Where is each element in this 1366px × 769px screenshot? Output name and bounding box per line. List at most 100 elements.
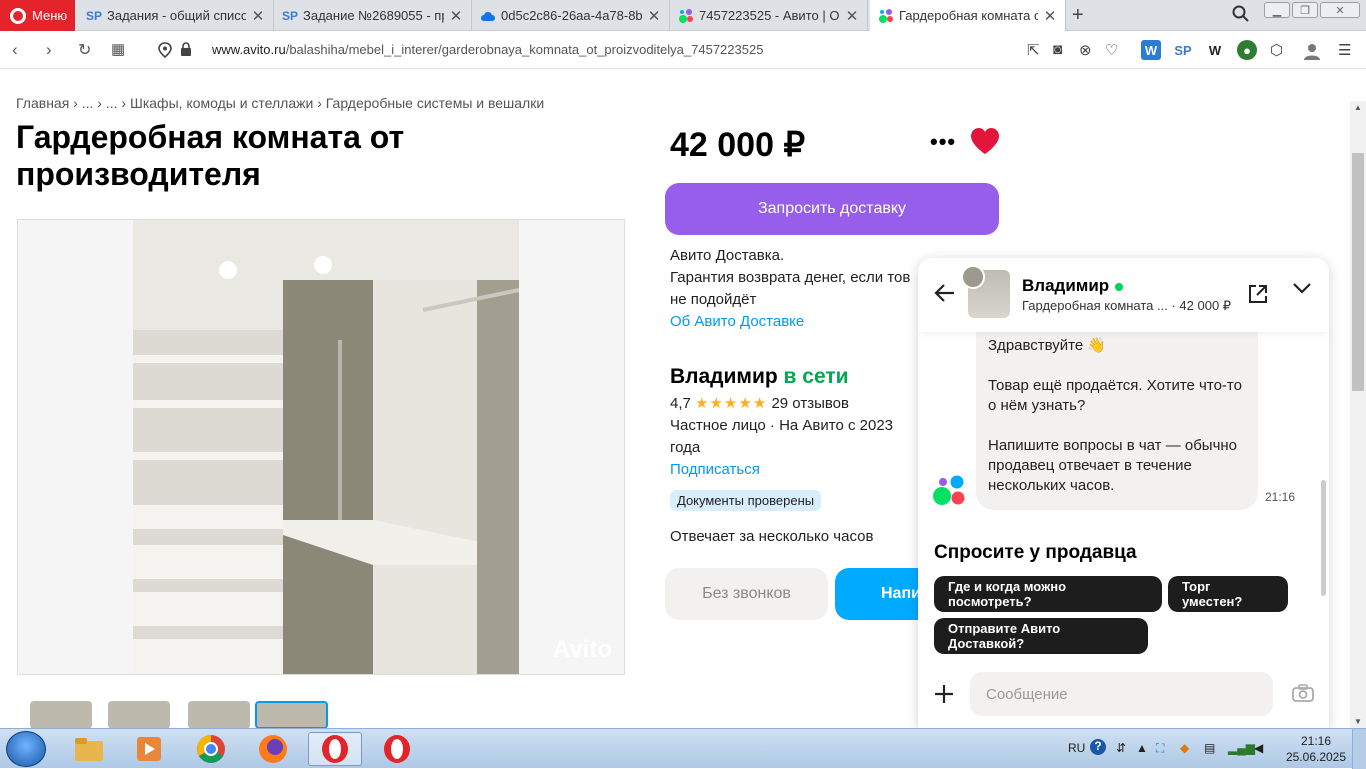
request-delivery-button[interactable]: Запросить доставку [665, 183, 999, 235]
firefox-app[interactable] [246, 732, 300, 766]
scroll-down-icon[interactable]: ▼ [1354, 717, 1362, 726]
product-photo [133, 220, 520, 674]
keyboard-settings-icon[interactable]: ⇵ [1116, 741, 1126, 755]
gallery-thumbnail[interactable] [108, 701, 170, 729]
tray-app-icon[interactable]: ◆ [1180, 741, 1189, 755]
screen-capture-icon[interactable]: ⛶ [1156, 741, 1164, 756]
speed-dial-icon[interactable]: ▦ [111, 40, 125, 58]
more-options-button[interactable]: ••• [930, 129, 956, 155]
chat-contact-name: Владимир [1022, 276, 1110, 295]
cube-icon[interactable]: ⬡ [1270, 41, 1283, 59]
favorite-heart-icon[interactable] [970, 127, 1000, 155]
heart-outline-icon[interactable]: ♡ [1105, 41, 1118, 59]
avito-favicon-icon [678, 8, 694, 24]
gallery-thumbnail[interactable] [30, 701, 92, 729]
close-icon[interactable]: ✕ [251, 7, 265, 25]
tab-3[interactable]: 0d5c2c86-26aa-4a78-8b99 ✕ [472, 0, 670, 31]
message-time: 21:16 [1265, 490, 1296, 504]
ask-seller-title: Спросите у продавца [934, 542, 1137, 563]
language-indicator[interactable]: RU [1068, 741, 1085, 755]
tab-4[interactable]: 7457223525 - Авито | Объ ✕ [670, 0, 868, 31]
start-button[interactable] [6, 731, 46, 767]
browser-menu-button[interactable]: Меню [0, 0, 75, 31]
open-external-icon[interactable] [1248, 284, 1268, 304]
forward-icon[interactable]: › [46, 40, 52, 60]
explorer-app[interactable] [62, 732, 116, 766]
chrome-app[interactable] [184, 732, 238, 766]
help-icon[interactable]: ? [1090, 739, 1106, 755]
url-text[interactable]: www.avito.ru/balashiha/mebel_i_interer/g… [212, 42, 763, 57]
signal-icon[interactable]: ▂▄▆ [1228, 741, 1255, 755]
close-icon[interactable]: ✕ [845, 7, 859, 25]
location-pin-icon[interactable] [158, 42, 172, 58]
back-icon[interactable]: ‹ [12, 40, 18, 60]
window-close-button[interactable]: ✕ [1320, 2, 1360, 18]
vk-extension-icon[interactable]: ● [1237, 40, 1257, 60]
network-adapter-icon[interactable]: ▤ [1204, 741, 1215, 755]
profile-icon[interactable] [1302, 41, 1322, 61]
camera-icon[interactable]: ◙ [1053, 41, 1062, 58]
reviews-link[interactable]: 29 отзывов [771, 395, 849, 412]
media-player-app[interactable] [122, 732, 176, 766]
lock-icon[interactable] [180, 42, 192, 56]
block-icon[interactable]: ⊗ [1079, 41, 1092, 59]
sp-extension-icon[interactable]: SP [1173, 40, 1193, 60]
gallery-thumbnail-active[interactable] [255, 701, 328, 729]
clock-date: 25.06.2025 [1285, 750, 1347, 764]
quick-question-chip[interactable]: Отправите Авито Доставкой? [934, 618, 1148, 654]
camera-icon[interactable] [1292, 684, 1314, 702]
gallery-thumbnail[interactable] [188, 701, 250, 729]
photo-gallery[interactable]: Avito [17, 219, 625, 675]
breadcrumb-item[interactable]: Главная [16, 95, 69, 111]
minimize-button[interactable]: ▁ [1264, 2, 1290, 18]
chat-scrollbar[interactable] [1321, 480, 1326, 596]
w-extension-icon[interactable]: W [1205, 40, 1225, 60]
tab-5-active[interactable]: Гардеробная комната от п ✕ [870, 0, 1066, 31]
opera-app-active[interactable] [308, 732, 362, 766]
tab-2[interactable]: SP Задание №2689055 - про ✕ [274, 0, 472, 31]
breadcrumb-item[interactable]: Шкафы, комоды и стеллажи [130, 95, 313, 111]
chevron-down-icon[interactable] [1293, 282, 1311, 294]
quick-question-chip[interactable]: Торг уместен? [1168, 576, 1288, 612]
maximize-button[interactable]: ❐ [1292, 2, 1318, 18]
chat-panel: Владимир Гардеробная комната ... · 42 00… [918, 258, 1329, 728]
scrollbar-thumb[interactable] [1352, 153, 1364, 391]
easy-setup-icon[interactable]: ☰ [1338, 41, 1351, 59]
scroll-up-icon[interactable]: ▲ [1354, 103, 1362, 112]
taskbar-clock[interactable]: 21:16 25.06.2025 [1284, 733, 1348, 765]
chat-message-bubble: Здравствуйте 👋 Товар ещё продаётся. Хоти… [976, 322, 1258, 510]
share-icon[interactable]: ⇱ [1027, 41, 1040, 59]
show-desktop-button[interactable] [1352, 729, 1366, 769]
volume-icon[interactable]: ◀ [1254, 741, 1263, 755]
menu-label: Меню [32, 8, 68, 23]
chat-contact: Владимир [1022, 276, 1124, 296]
chat-header: Владимир Гардеробная комната ... · 42 00… [918, 258, 1329, 332]
close-icon[interactable]: ✕ [1043, 7, 1057, 25]
clock-time: 21:16 [1300, 734, 1332, 748]
new-tab-button[interactable]: + [1072, 4, 1084, 27]
back-arrow-icon[interactable] [934, 282, 956, 304]
no-calls-button[interactable]: Без звонков [665, 568, 828, 620]
close-icon[interactable]: ✕ [449, 7, 463, 25]
breadcrumb-item[interactable]: ... [106, 95, 118, 111]
breadcrumb-item[interactable]: ... [82, 95, 94, 111]
close-icon[interactable]: ✕ [647, 7, 661, 25]
tray-expand-icon[interactable]: ▲ [1136, 741, 1148, 755]
opera-app-2[interactable] [370, 732, 424, 766]
about-delivery-link[interactable]: Об Авито Доставке [670, 311, 804, 333]
delivery-info-3: не подойдёт [670, 291, 757, 308]
subscribe-link[interactable]: Подписаться [670, 459, 760, 481]
reload-icon[interactable]: ↻ [78, 40, 91, 60]
message-text: Напишите вопросы в чат — обычно продавец… [988, 437, 1238, 494]
quick-question-chip[interactable]: Где и когда можно посмотреть? [934, 576, 1162, 612]
seller-name[interactable]: Владимир [670, 365, 778, 388]
url-path: /balashiha/mebel_i_interer/garderobnaya_… [285, 42, 764, 57]
word-extension-icon[interactable]: W [1141, 40, 1161, 60]
message-input[interactable] [970, 672, 1273, 716]
attach-plus-icon[interactable] [934, 684, 954, 704]
breadcrumb-item[interactable]: Гардеробные системы и вешалки [326, 95, 544, 111]
tab-search-icon[interactable] [1232, 5, 1250, 23]
response-time: Отвечает за несколько часов [670, 528, 874, 545]
tab-1[interactable]: SP Задания - общий список з ✕ [78, 0, 274, 31]
page-scrollbar[interactable]: ▲ ▼ [1350, 101, 1366, 728]
